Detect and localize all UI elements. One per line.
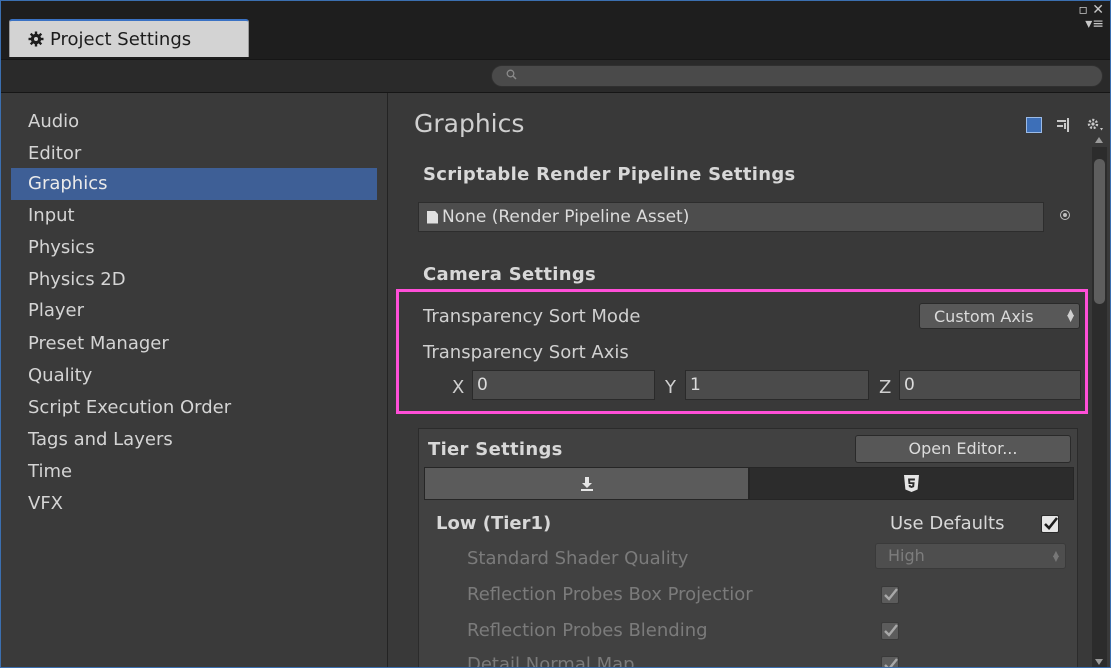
sidebar-item-player[interactable]: Player (11, 295, 377, 327)
scroll-up-arrow-icon[interactable] (1095, 137, 1103, 143)
gear-icon (28, 31, 44, 47)
tier-name: Low (Tier1) (436, 513, 552, 534)
sidebar-item-graphics[interactable]: Graphics (11, 168, 377, 200)
axis-z-input[interactable]: 0 (899, 370, 1081, 400)
dropdown-arrows-icon: ▲ ▼ (1052, 549, 1059, 563)
sidebar-item-script-execution-order[interactable]: Script Execution Order (11, 392, 377, 424)
checkmark-icon (1044, 517, 1059, 530)
tier-section-title: Tier Settings (428, 439, 563, 460)
sidebar-item-input[interactable]: Input (11, 200, 377, 232)
axis-y-input[interactable]: 1 (685, 370, 869, 400)
download-icon (580, 476, 593, 491)
axis-x-input[interactable]: 0 (472, 370, 655, 400)
object-picker-icon[interactable] (1060, 210, 1070, 220)
checkmark-icon (884, 588, 898, 601)
open-editor-button[interactable]: Open Editor... (855, 435, 1071, 463)
sort-axis-label: Transparency Sort Axis (423, 342, 629, 363)
tab-title: Project Settings (50, 28, 192, 50)
detail-normal-map-checkbox[interactable] (881, 656, 899, 667)
tab-webgl[interactable] (749, 467, 1074, 500)
sidebar-item-tags-and-layers[interactable]: Tags and Layers (11, 424, 377, 456)
search-bar (1, 59, 1110, 93)
panel-header-icons (1026, 117, 1106, 133)
settings-sidebar: Audio Editor Graphics Input Physics Phys… (1, 93, 388, 667)
standard-shader-quality-value: High (888, 546, 925, 565)
dropdown-arrows-icon: ▲ ▼ (1067, 308, 1074, 324)
help-icon[interactable] (1026, 117, 1042, 133)
page-title: Graphics (414, 109, 525, 138)
sidebar-item-editor[interactable]: Editor (11, 138, 377, 170)
standard-shader-quality-label: Standard Shader Quality (467, 548, 689, 569)
sidebar-item-time[interactable]: Time (11, 456, 377, 488)
standard-shader-quality-dropdown[interactable]: High ▲ ▼ (875, 543, 1066, 569)
sidebar-item-audio[interactable]: Audio (11, 106, 377, 138)
srp-section-title: Scriptable Render Pipeline Settings (423, 164, 796, 185)
title-bar: Project Settings ▫ ✕ ▾≡ (1, 1, 1110, 59)
sidebar-item-physics-2d[interactable]: Physics 2D (11, 264, 377, 296)
probes-blending-checkbox[interactable] (881, 622, 899, 640)
search-input[interactable] (491, 65, 1103, 87)
window-controls: ▫ ✕ ▾≡ (1078, 3, 1104, 31)
sort-mode-label: Transparency Sort Mode (423, 306, 641, 327)
html5-icon (904, 475, 919, 492)
platform-tabs (424, 467, 1074, 500)
project-settings-window: Project Settings ▫ ✕ ▾≡ Audio Editor Gra… (0, 0, 1111, 668)
camera-section-title: Camera Settings (423, 264, 597, 285)
search-icon (506, 69, 517, 80)
box-projection-label: Reflection Probes Box Projectior (467, 584, 753, 605)
use-defaults-label: Use Defaults (890, 513, 1005, 534)
sidebar-item-preset-manager[interactable]: Preset Manager (11, 328, 377, 360)
detail-normal-map-label: Detail Normal Map (467, 654, 635, 668)
sort-mode-dropdown[interactable]: Custom Axis ▲ ▼ (919, 303, 1080, 329)
render-pipeline-asset-field[interactable]: None (Render Pipeline Asset) (418, 202, 1044, 232)
tab-standalone[interactable] (424, 467, 749, 500)
sidebar-item-vfx[interactable]: VFX (11, 488, 377, 520)
preset-sliders-icon[interactable] (1056, 117, 1072, 133)
settings-menu-icon[interactable] (1086, 117, 1106, 133)
asset-document-icon (427, 210, 438, 224)
project-settings-tab[interactable]: Project Settings (9, 19, 249, 57)
sort-mode-value: Custom Axis (934, 306, 1034, 326)
probes-blending-label: Reflection Probes Blending (467, 620, 708, 641)
axis-z-label: Z (879, 377, 892, 398)
tab-menu-icon[interactable]: ▾≡ (1078, 17, 1104, 31)
axis-x-label: X (452, 377, 465, 398)
use-defaults-checkbox[interactable] (1041, 515, 1059, 533)
sidebar-item-physics[interactable]: Physics (11, 232, 377, 264)
sidebar-item-quality[interactable]: Quality (11, 360, 377, 392)
render-pipeline-asset-value: None (Render Pipeline Asset) (442, 207, 690, 227)
graphics-settings-panel: Graphics Scriptable Render Pipeline Sett… (388, 93, 1110, 668)
box-projection-checkbox[interactable] (881, 586, 899, 604)
checkmark-icon (884, 624, 898, 637)
vertical-scrollbar[interactable] (1092, 137, 1107, 667)
axis-y-label: Y (665, 377, 676, 398)
scroll-down-arrow-icon[interactable] (1095, 659, 1103, 665)
checkmark-icon (884, 658, 898, 667)
scroll-thumb[interactable] (1094, 159, 1105, 304)
